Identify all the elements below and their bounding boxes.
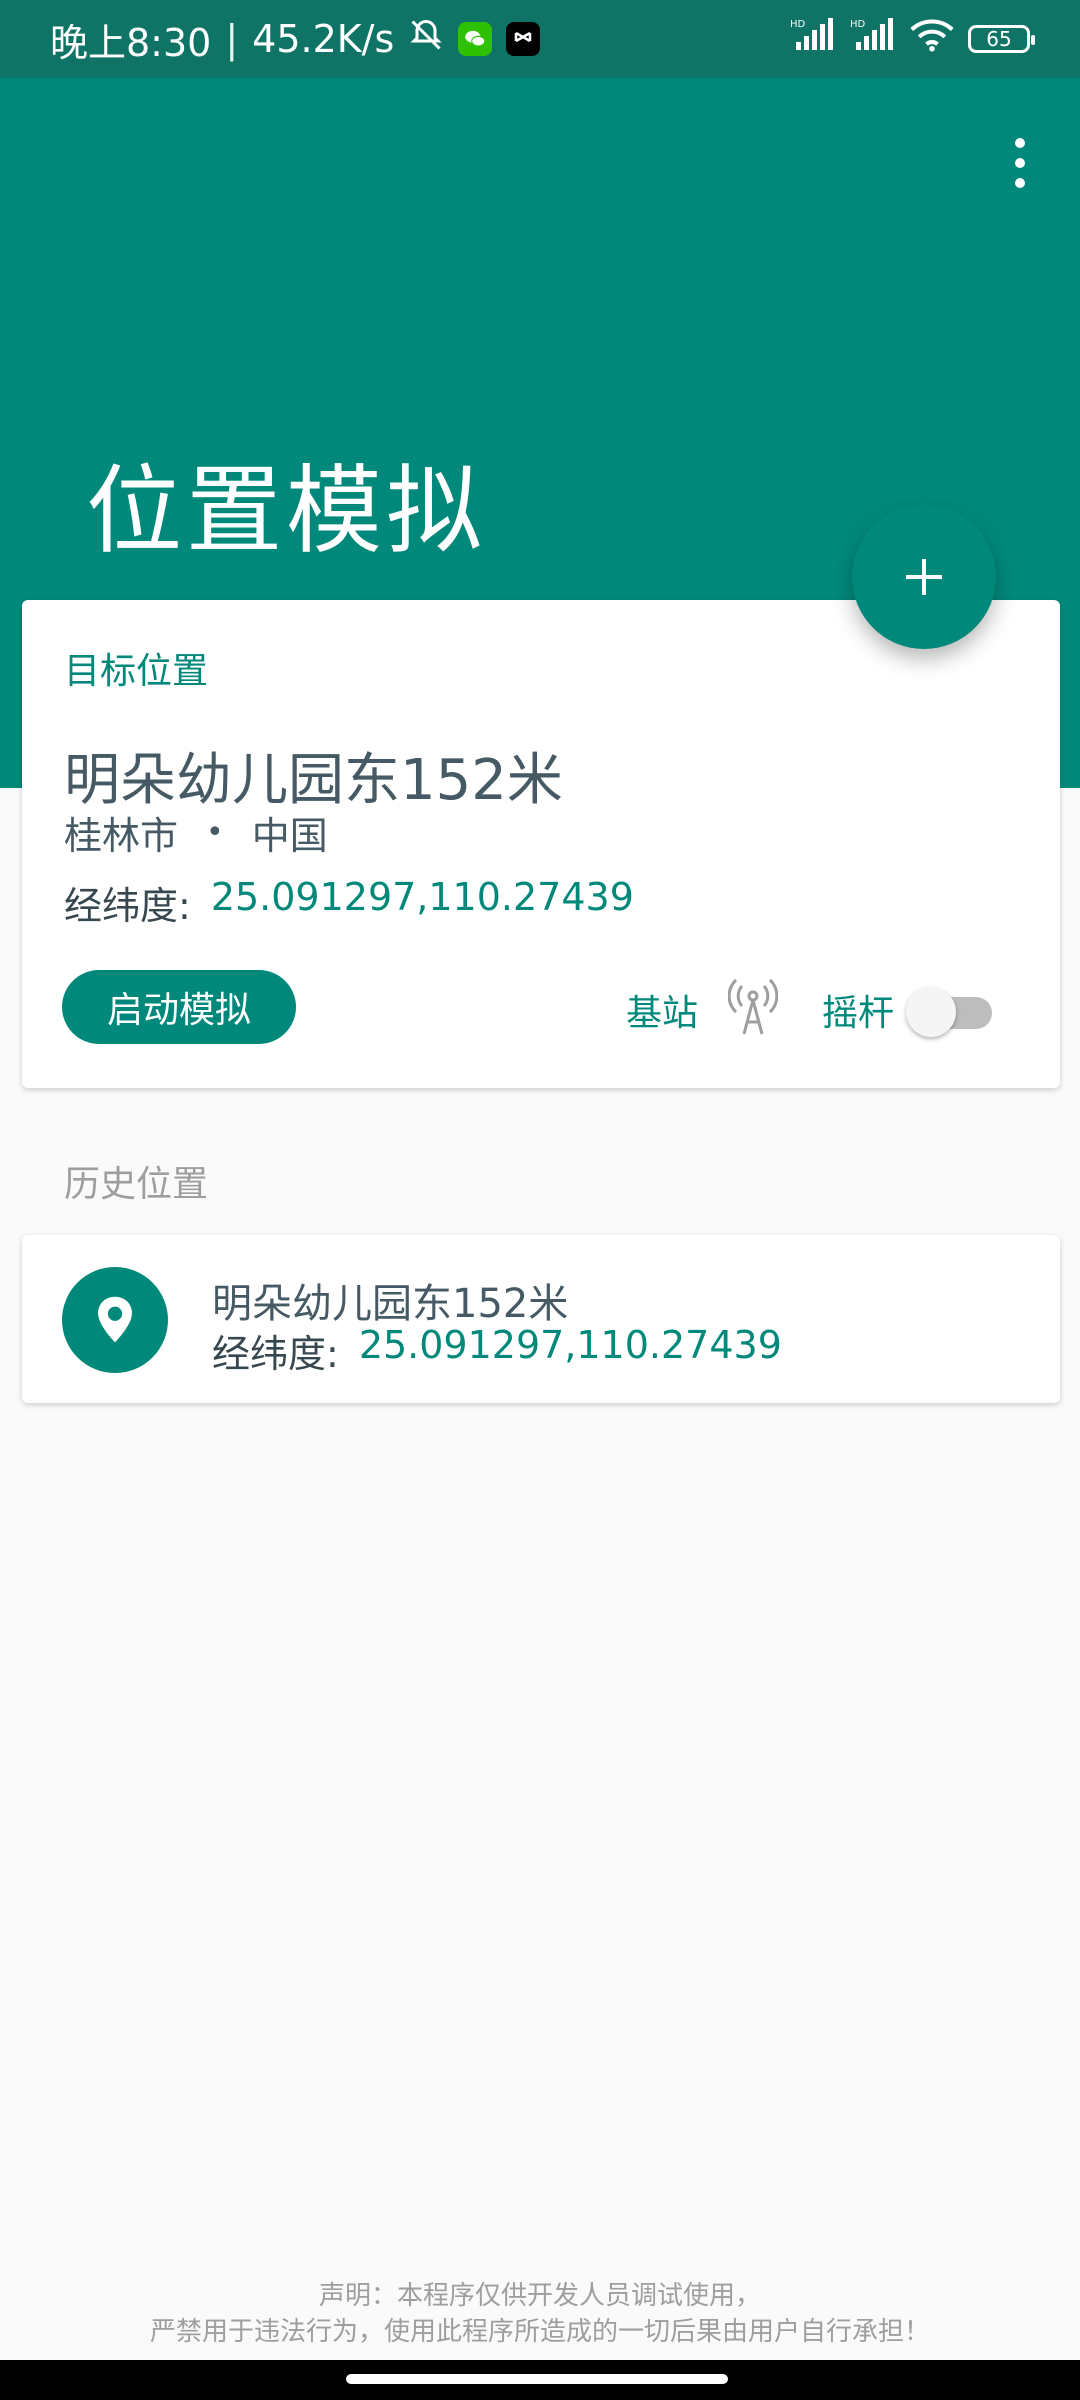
region-separator: • bbox=[206, 815, 224, 850]
app-screen: 晚上8:30 | 45.2K/s HD HD 65 位置模拟 目标位置 明朵幼儿… bbox=[0, 0, 1080, 2400]
home-gesture-handle[interactable] bbox=[346, 2374, 728, 2384]
status-bar: 晚上8:30 | 45.2K/s HD HD 65 bbox=[0, 0, 1080, 78]
disclaimer-line-1: 声明：本程序仅供开发人员调试使用， bbox=[318, 2281, 761, 2311]
cell-tower-icon[interactable] bbox=[727, 976, 779, 1036]
signal-icon: HD bbox=[790, 17, 836, 61]
joystick-toggle[interactable] bbox=[906, 985, 1002, 1037]
coord-value: 25.091297,110.27439 bbox=[210, 875, 634, 919]
target-city: 桂林市 bbox=[64, 814, 179, 858]
history-section-title: 历史位置 bbox=[64, 1164, 209, 1205]
page-title: 位置模拟 bbox=[86, 455, 486, 567]
coord-label: 经纬度: bbox=[212, 1332, 339, 1376]
capcut-icon bbox=[506, 22, 541, 56]
target-location-card: 目标位置 明朵幼儿园东152米 桂林市 • 中国 经纬度: 25.091297,… bbox=[22, 600, 1060, 1088]
plus-icon bbox=[906, 559, 942, 595]
target-coordinates: 经纬度: 25.091297,110.27439 bbox=[64, 875, 634, 930]
wifi-icon bbox=[910, 17, 954, 61]
cell-tower-label[interactable]: 基站 bbox=[626, 984, 698, 1036]
toggle-thumb bbox=[906, 987, 956, 1037]
add-location-button[interactable] bbox=[852, 505, 996, 649]
bell-off-icon bbox=[408, 17, 444, 62]
navigation-bar bbox=[0, 2360, 1080, 2400]
status-time: 晚上8:30 bbox=[50, 20, 212, 65]
target-location-name: 明朵幼儿园东152米 bbox=[64, 748, 563, 813]
disclaimer-line-2: 严禁用于违法行为，使用此程序所造成的一切后果由用户自行承担！ bbox=[149, 2317, 930, 2347]
status-right: HD HD 65 bbox=[790, 17, 1035, 61]
network-speed: 45.2K/s bbox=[252, 17, 395, 61]
status-separator: | bbox=[225, 17, 239, 61]
more-vert-icon[interactable] bbox=[1000, 128, 1040, 198]
signal-icon: HD bbox=[850, 17, 896, 61]
target-location-label: 目标位置 bbox=[64, 651, 209, 692]
history-list-item[interactable]: 明朵幼儿园东152米 经纬度: 25.091297,110.27439 bbox=[22, 1235, 1060, 1403]
target-country: 中国 bbox=[251, 814, 328, 858]
coord-label: 经纬度: bbox=[64, 884, 191, 928]
history-item-coordinates: 经纬度: 25.091297,110.27439 bbox=[212, 1323, 782, 1378]
start-simulation-button[interactable]: 启动模拟 bbox=[62, 970, 296, 1044]
history-item-name: 明朵幼儿园东152米 bbox=[212, 1281, 569, 1327]
location-pin-icon bbox=[62, 1267, 168, 1373]
target-region: 桂林市 • 中国 bbox=[64, 805, 328, 860]
coord-value: 25.091297,110.27439 bbox=[358, 1323, 782, 1367]
joystick-label: 摇杆 bbox=[822, 993, 895, 1034]
svg-text:HD: HD bbox=[790, 19, 806, 30]
disclaimer: 声明：本程序仅供开发人员调试使用， 严禁用于违法行为，使用此程序所造成的一切后果… bbox=[0, 2278, 1080, 2350]
battery-icon: 65 bbox=[968, 25, 1035, 53]
status-left: 晚上8:30 | 45.2K/s bbox=[50, 12, 541, 67]
svg-text:HD: HD bbox=[850, 19, 866, 30]
wechat-icon bbox=[458, 22, 493, 56]
